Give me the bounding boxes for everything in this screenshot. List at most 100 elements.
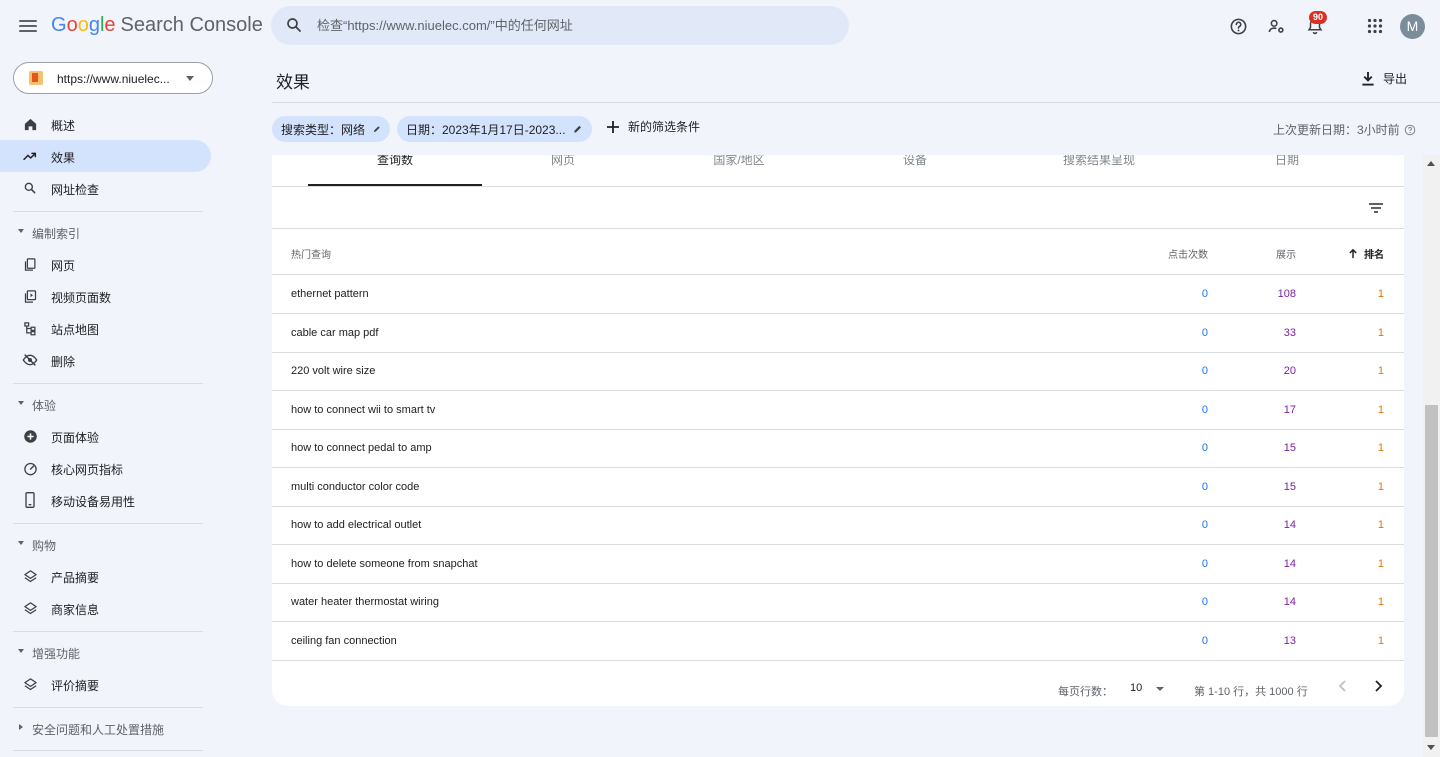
download-icon <box>1362 71 1374 86</box>
sidebar-divider <box>13 383 203 384</box>
trending-up-icon <box>22 148 38 164</box>
sidebar-item-removals[interactable]: 删除 <box>0 344 211 376</box>
sidebar-item-sitemaps[interactable]: 站点地图 <box>0 312 211 344</box>
filter-rows-icon[interactable] <box>1367 199 1387 217</box>
sidebar-item-mobile-usability[interactable]: 移动设备易用性 <box>0 484 211 516</box>
sidebar-item-pages[interactable]: 网页 <box>0 248 211 280</box>
video-page-icon <box>22 288 38 304</box>
column-header-position[interactable]: 排名 <box>1348 246 1384 261</box>
help-icon[interactable] <box>1226 14 1250 38</box>
search-icon <box>287 18 301 32</box>
sort-arrow-up-icon <box>1349 248 1357 259</box>
table-row[interactable]: how to delete someone from snapchat 0 14… <box>272 545 1404 584</box>
apps-grid-icon[interactable] <box>1363 14 1387 38</box>
top-bar: GoogleSearch Console 90 M <box>0 0 1440 52</box>
table-row[interactable]: multi conductor color code 0 15 1 <box>272 468 1404 507</box>
plus-icon <box>607 120 619 133</box>
previous-page-button[interactable] <box>1334 677 1352 695</box>
help-icon[interactable] <box>1404 124 1416 136</box>
dimension-tabs: 查询数 网页 国家/地区 设备 搜索结果呈现 日期 <box>272 155 1404 187</box>
url-inspection-input[interactable] <box>317 6 837 45</box>
home-icon <box>22 116 38 132</box>
active-tab-indicator <box>308 184 482 186</box>
column-header-clicks[interactable]: 点击次数 <box>1168 246 1208 261</box>
notification-badge: 90 <box>1309 11 1327 24</box>
sidebar-item-overview[interactable]: 概述 <box>0 108 211 140</box>
sidebar-section-security[interactable]: 安全问题和人工处置措施 <box>0 716 211 740</box>
sidebar-item-video-pages[interactable]: 视频页面数 <box>0 280 211 312</box>
column-header-impressions[interactable]: 展示 <box>1276 246 1296 261</box>
collapse-arrow-icon <box>18 401 24 405</box>
page-experience-icon <box>22 428 38 444</box>
google-search-console-logo[interactable]: Google Search Console <box>51 14 263 37</box>
results-card: 查询数 网页 国家/地区 设备 搜索结果呈现 日期 热门查询 点击次数 展示 排… <box>272 155 1404 706</box>
property-selector[interactable]: https://www.niuelec... <box>13 62 213 94</box>
sidebar-item-review-snippets[interactable]: 评价摘要 <box>0 668 211 700</box>
account-avatar[interactable]: M <box>1400 14 1425 39</box>
tab-devices[interactable]: 设备 <box>828 155 1002 181</box>
page-range: 第 1-10 行，共 1000 行 <box>1194 686 1308 698</box>
main-menu-icon[interactable] <box>16 14 40 38</box>
page-scrollbar[interactable] <box>1423 155 1440 757</box>
sidebar-divider <box>13 631 203 632</box>
table-row[interactable]: how to connect pedal to amp 0 15 1 <box>272 429 1404 468</box>
rows-per-page-select[interactable]: 10 <box>1130 679 1168 699</box>
sidebar-section-enhancements[interactable]: 增强功能 <box>0 640 211 664</box>
sidebar-divider <box>13 523 203 524</box>
sidebar-item-product-snippets[interactable]: 产品摘要 <box>0 560 211 592</box>
export-button[interactable]: 导出 <box>1361 68 1407 88</box>
last-updated-info: 上次更新日期：3小时前 <box>1273 121 1416 138</box>
table-row[interactable]: how to connect wii to smart tv 0 17 1 <box>272 391 1404 430</box>
layers-icon <box>22 600 38 616</box>
tab-search-appearance[interactable]: 搜索结果呈现 <box>1012 155 1186 181</box>
sitemap-icon <box>22 320 38 336</box>
table-row[interactable]: ethernet pattern 0 108 1 <box>272 275 1404 314</box>
edit-pencil-icon <box>374 126 380 132</box>
scroll-down-arrow-icon[interactable] <box>1427 745 1435 750</box>
edit-pencil-icon <box>574 125 582 133</box>
table-row[interactable]: 220 volt wire size 0 20 1 <box>272 352 1404 391</box>
tab-queries[interactable]: 查询数 <box>308 155 482 181</box>
sidebar-divider <box>13 750 203 751</box>
next-page-button[interactable] <box>1369 677 1387 695</box>
scrollbar-thumb[interactable] <box>1425 405 1438 737</box>
sidebar-section-shopping[interactable]: 购物 <box>0 532 211 556</box>
table-row[interactable]: cable car map pdf 0 33 1 <box>272 314 1404 353</box>
chevron-right-icon <box>1375 680 1383 692</box>
column-header-query[interactable]: 热门查询 <box>291 246 331 261</box>
date-filter-chip[interactable]: 日期：2023年1月17日-2023... <box>397 116 592 142</box>
sidebar-item-url-inspection[interactable]: 网址检查 <box>0 172 211 204</box>
new-filter-button[interactable]: 新的筛选条件 <box>606 118 700 135</box>
speed-gauge-icon <box>22 460 38 476</box>
chevron-down-icon <box>1156 687 1164 691</box>
chevron-down-icon <box>186 76 194 81</box>
sidebar-section-experience[interactable]: 体验 <box>0 392 211 416</box>
table-row[interactable]: ceiling fan connection 0 13 1 <box>272 622 1404 661</box>
header-divider <box>272 102 1440 103</box>
user-settings-icon[interactable] <box>1264 14 1288 38</box>
tab-countries[interactable]: 国家/地区 <box>652 155 826 181</box>
sidebar-item-core-web-vitals[interactable]: 核心网页指标 <box>0 452 211 484</box>
sidebar-item-performance[interactable]: 效果 <box>0 140 211 172</box>
site-favicon-icon <box>29 71 43 85</box>
sidebar-item-merchant-listings[interactable]: 商家信息 <box>0 592 211 624</box>
layers-icon <box>22 568 38 584</box>
collapse-arrow-icon <box>18 229 24 233</box>
table-row[interactable]: how to add electrical outlet 0 14 1 <box>272 506 1404 545</box>
table-pagination: 每页行数： 10 第 1-10 行，共 1000 行 <box>272 660 1404 706</box>
sidebar-section-indexing[interactable]: 编制索引 <box>0 220 211 244</box>
table-header: 热门查询 点击次数 展示 排名 <box>272 229 1404 275</box>
collapse-arrow-icon <box>18 649 24 653</box>
search-type-filter-chip[interactable]: 搜索类型：网络 <box>272 116 390 142</box>
search-icon <box>22 180 38 196</box>
page-title: 效果 <box>276 73 310 92</box>
sidebar-divider <box>13 211 203 212</box>
removal-icon <box>22 352 38 368</box>
tab-pages[interactable]: 网页 <box>476 155 650 181</box>
sidebar-item-page-experience[interactable]: 页面体验 <box>0 420 211 452</box>
scroll-up-arrow-icon[interactable] <box>1427 161 1435 166</box>
url-inspection-search-bar <box>271 6 849 45</box>
tab-dates[interactable]: 日期 <box>1200 155 1374 181</box>
expand-arrow-icon <box>19 724 23 730</box>
table-row[interactable]: water heater thermostat wiring 0 14 1 <box>272 583 1404 622</box>
